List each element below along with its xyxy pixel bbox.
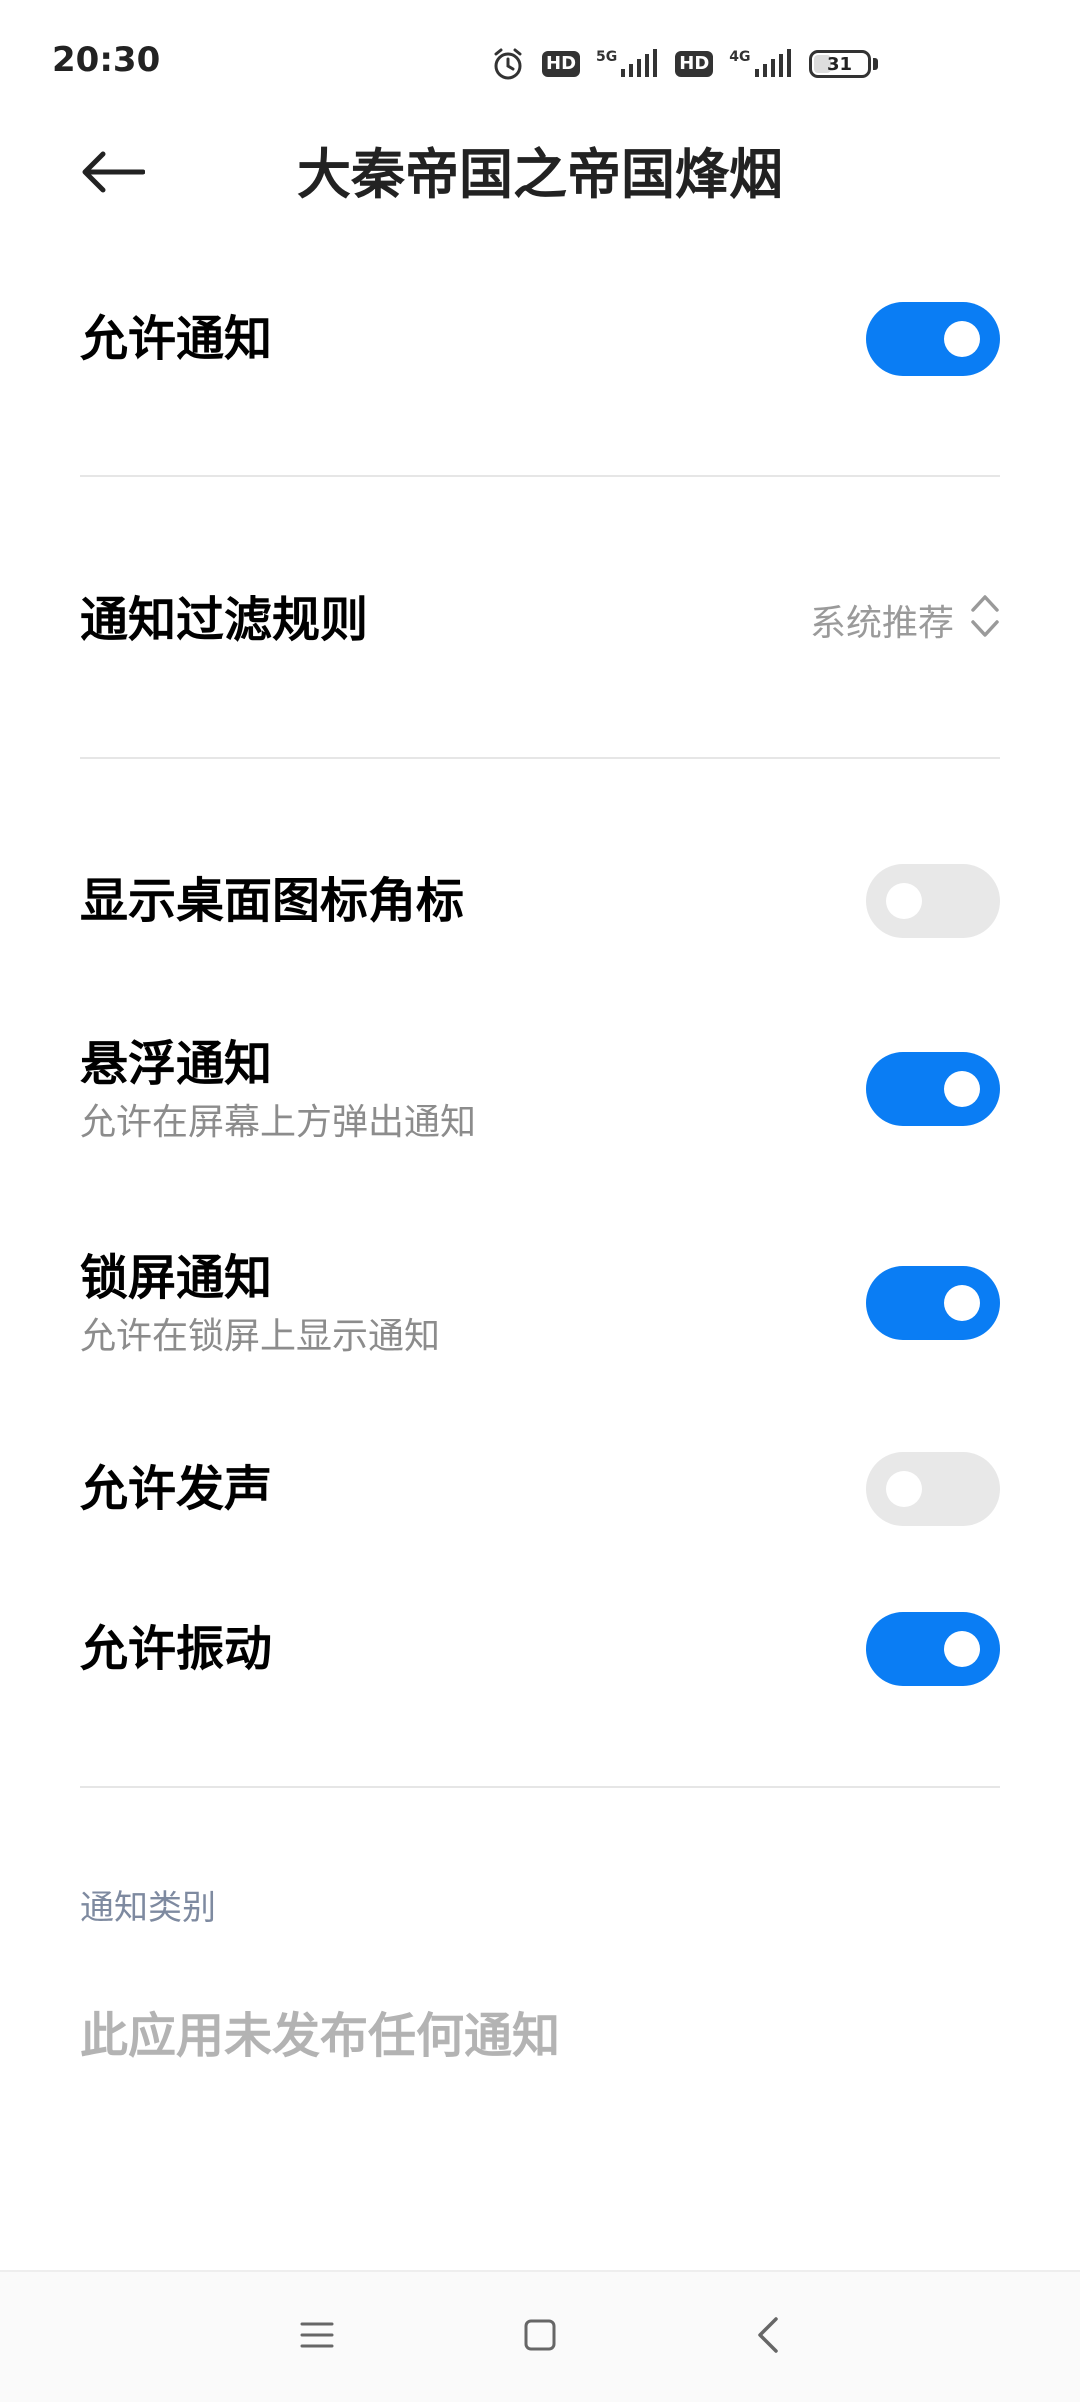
menu-icon	[299, 2320, 335, 2354]
floating-notification-toggle[interactable]	[866, 1052, 1000, 1126]
lock-screen-notification-label: 锁屏通知	[80, 1250, 273, 1306]
status-bar: 20:30 HD 5G HD 4G 31	[0, 0, 1080, 130]
battery-level: 31	[826, 53, 853, 75]
hd-badge: HD	[542, 51, 581, 77]
filter-rule-value: 系统推荐	[809, 603, 954, 644]
lock-screen-notification-description: 允许在锁屏上显示通知	[80, 1316, 441, 1357]
nav-home-button[interactable]	[505, 2302, 575, 2372]
navigation-bar	[0, 2270, 1080, 2402]
floating-notification-row[interactable]: 悬浮通知 允许在屏幕上方弹出通知	[80, 1034, 1000, 1150]
vibration-label: 允许振动	[80, 1621, 273, 1677]
signal-5g-icon: 5G	[596, 49, 659, 79]
hd-badge-2: HD	[675, 51, 714, 77]
network-label-5g: 5G	[596, 49, 618, 65]
floating-notification-label: 悬浮通知	[80, 1036, 273, 1092]
divider	[80, 475, 1000, 477]
sound-label: 允许发声	[80, 1461, 273, 1517]
lock-screen-notification-toggle[interactable]	[866, 1266, 1000, 1340]
status-icons: HD 5G HD 4G 31	[490, 40, 878, 88]
vibration-toggle[interactable]	[866, 1612, 1000, 1686]
filter-rule-select[interactable]: 系统推荐	[810, 590, 1000, 650]
alarm-icon	[490, 46, 526, 82]
filter-rule-row[interactable]: 通知过滤规则 系统推荐	[80, 590, 1000, 650]
sound-toggle[interactable]	[866, 1452, 1000, 1526]
header: 大秦帝国之帝国烽烟	[0, 130, 1080, 220]
sound-row[interactable]: 允许发声	[80, 1452, 1000, 1526]
badge-icon-label: 显示桌面图标角标	[80, 873, 465, 929]
status-time: 20:30	[52, 40, 161, 80]
divider-2	[80, 757, 1000, 759]
badge-icon-toggle[interactable]	[866, 864, 1000, 938]
nav-menu-button[interactable]	[282, 2302, 352, 2372]
nav-back-button[interactable]	[733, 2302, 803, 2372]
empty-categories-message: 此应用未发布任何通知	[80, 2008, 561, 2064]
section-header-categories: 通知类别	[80, 1888, 216, 1928]
floating-notification-description: 允许在屏幕上方弹出通知	[80, 1102, 477, 1143]
vibration-row[interactable]: 允许振动	[80, 1612, 1000, 1686]
allow-notifications-label: 允许通知	[80, 311, 273, 367]
signal-4g-icon: 4G	[729, 49, 792, 79]
lock-screen-notification-row[interactable]: 锁屏通知 允许在锁屏上显示通知	[80, 1248, 1000, 1364]
badge-icon-row[interactable]: 显示桌面图标角标	[80, 864, 1000, 938]
chevron-up-down-icon	[970, 593, 1000, 648]
chevron-left-icon	[756, 2315, 780, 2359]
battery-icon: 31	[808, 50, 878, 78]
network-label-4g: 4G	[729, 49, 751, 65]
page-title: 大秦帝国之帝国烽烟	[297, 143, 783, 206]
allow-notifications-toggle[interactable]	[866, 302, 1000, 376]
square-icon	[523, 2318, 557, 2356]
divider-3	[80, 1786, 1000, 1788]
allow-notifications-row[interactable]: 允许通知	[80, 302, 1000, 376]
